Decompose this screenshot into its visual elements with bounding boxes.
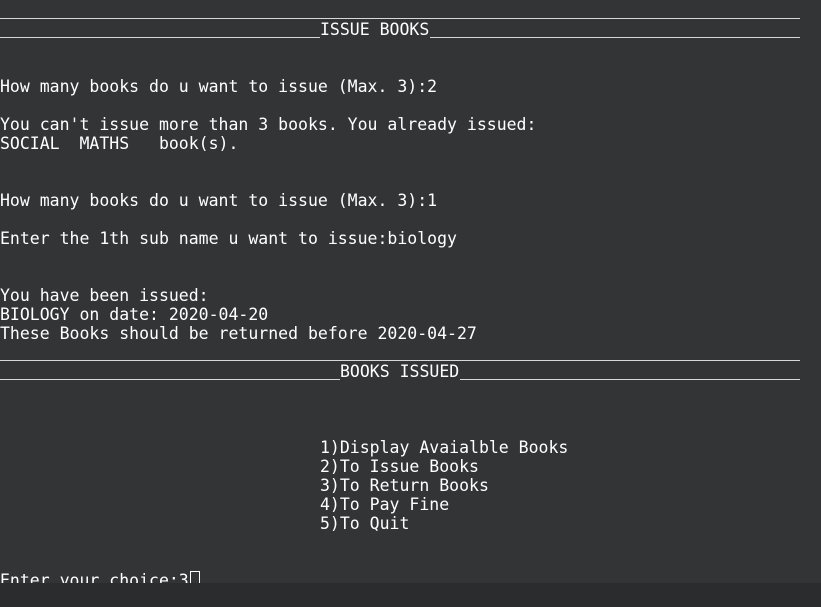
issued-detail: BIOLOGY on date: 2020-04-20 (0, 305, 269, 324)
books-issued-header: BOOKS ISSUED (340, 362, 460, 381)
divider-top (0, 18, 800, 19)
menu-item-display: 1)Display Avaialble Books (320, 438, 569, 457)
already-issued-list: SOCIAL MATHS book(s). (0, 134, 239, 153)
choice-prompt: Enter your choice:3 (0, 571, 189, 583)
menu-item-quit: 5)To Quit (320, 514, 410, 533)
issued-heading: You have been issued: (0, 286, 209, 305)
subject-name-prompt: Enter the 1th sub name u want to issue:b… (0, 229, 457, 248)
divider-underline-right (430, 37, 800, 38)
issue-books-header: ISSUE BOOKS (320, 20, 430, 39)
text-cursor (189, 571, 200, 583)
issue-count-prompt-1: How many books do u want to issue (Max. … (0, 77, 438, 96)
menu-item-fine: 4)To Pay Fine (320, 495, 450, 514)
limit-message: You can't issue more than 3 books. You a… (0, 115, 537, 134)
divider-books-issued-right (460, 379, 800, 380)
menu-item-return: 3)To Return Books (320, 476, 489, 495)
choice-input-line[interactable]: Enter your choice:3 (0, 571, 200, 583)
divider-books-issued-top (0, 360, 800, 361)
terminal-status-bar (0, 583, 821, 607)
divider-books-issued-left (0, 379, 340, 380)
return-notice: These Books should be returned before 20… (0, 324, 477, 343)
terminal-scroll-edge (800, 0, 821, 583)
issue-count-prompt-2: How many books do u want to issue (Max. … (0, 191, 438, 210)
terminal-window[interactable]: ISSUE BOOKS How many books do u want to … (0, 0, 821, 583)
divider-underline-left (0, 37, 320, 38)
menu-item-issue: 2)To Issue Books (320, 457, 479, 476)
